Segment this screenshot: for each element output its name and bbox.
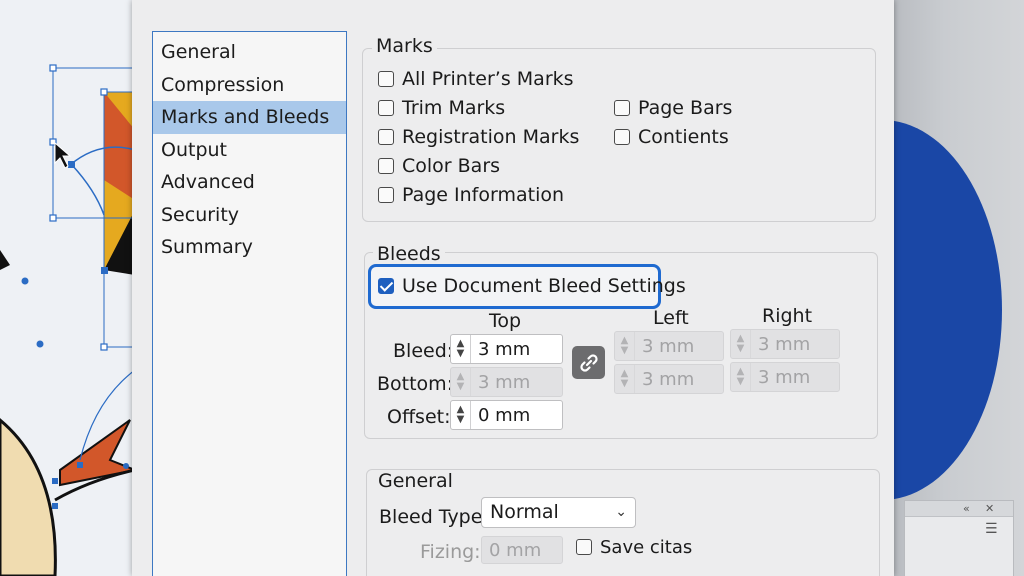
stepper-icon: ▲ ▼	[451, 368, 471, 396]
field-value: 3 mm	[758, 366, 811, 388]
nav-item-summary[interactable]: Summary	[153, 231, 346, 264]
panel-close-icon[interactable]: ✕	[985, 502, 994, 515]
offset-field[interactable]: ▲ ▼ 0 mm	[450, 400, 563, 430]
stepper-icon: ▲ ▼	[615, 365, 635, 393]
field-value: 3 mm	[642, 335, 695, 357]
checkbox-label: Use Document Bleed Settings	[402, 275, 686, 297]
nav-item-output[interactable]: Output	[153, 134, 346, 167]
nav-item-marks-and-bleeds[interactable]: Marks and Bleeds	[153, 101, 346, 134]
checkbox-box[interactable]	[614, 129, 630, 145]
checkbox-label: Trim Marks	[402, 97, 506, 119]
artwork-illustration	[0, 64, 135, 576]
panel-menu-icon[interactable]: ☰	[985, 521, 998, 537]
registration-marks-checkbox[interactable]: Registration Marks	[378, 125, 579, 149]
bleed-type-label: Bleed Type:	[379, 506, 489, 528]
checkbox-label: Registration Marks	[402, 126, 580, 148]
chevron-down-icon: ⌄	[615, 504, 627, 520]
page-bars-checkbox[interactable]: Page Bars	[614, 96, 732, 120]
checkbox-checked[interactable]	[378, 278, 394, 294]
nav-item-security[interactable]: Security	[153, 199, 346, 232]
checkbox-label: Page Information	[402, 184, 565, 206]
checkbox-label: Contients	[638, 126, 729, 148]
checkbox-box[interactable]	[378, 129, 394, 145]
all-printers-marks-checkbox[interactable]: All Printer’s Marks	[378, 67, 574, 91]
checkbox-box[interactable]	[378, 71, 394, 87]
checkbox-box[interactable]	[576, 539, 592, 555]
save-citas-checkbox[interactable]: Save citas	[576, 535, 692, 559]
mouse-cursor-icon	[54, 141, 72, 169]
checkbox-box[interactable]	[378, 187, 394, 203]
field-value: 3 mm	[758, 333, 811, 355]
nav-item-advanced[interactable]: Advanced	[153, 166, 346, 199]
fizing-field: 0 mm	[481, 536, 563, 564]
checkbox-label: Save citas	[600, 536, 693, 558]
marks-group-title: Marks	[372, 35, 437, 57]
bottom-label: Bottom:	[377, 373, 454, 395]
offset-label: Offset:	[387, 406, 451, 428]
checkbox-box[interactable]	[378, 158, 394, 174]
artwork-canvas-right: « ✕ ☰	[892, 0, 1024, 576]
field-value: 0 mm	[489, 539, 542, 561]
nav-item-general[interactable]: General	[153, 36, 346, 69]
select-value: Normal	[490, 501, 559, 523]
panel-collapse-icon[interactable]: «	[963, 502, 970, 515]
bleed-top-field[interactable]: ▲ ▼ 3 mm	[450, 334, 563, 364]
bottom-top-field: ▲ ▼ 3 mm	[450, 367, 563, 397]
color-bars-checkbox[interactable]: Color Bars	[378, 154, 500, 178]
stepper-icon: ▲ ▼	[615, 332, 635, 360]
checkbox-label: Color Bars	[402, 155, 501, 177]
bleed-label: Bleed:	[393, 340, 454, 362]
contients-checkbox[interactable]: Contients	[614, 125, 729, 149]
field-value: 3 mm	[642, 368, 695, 390]
field-value: 3 mm	[478, 371, 531, 393]
checkbox-box[interactable]	[614, 100, 630, 116]
chain-link-icon	[579, 353, 598, 372]
checkbox-label: Page Bars	[638, 97, 733, 119]
bleeds-group-title: Bleeds	[373, 243, 445, 265]
stepper-icon: ▲ ▼	[731, 330, 751, 358]
artwork-blue-shape	[892, 120, 1002, 500]
general-group-title: General	[374, 470, 457, 492]
field-value: 0 mm	[478, 404, 531, 426]
category-list: General Compression Marks and Bleeds Out…	[152, 31, 347, 576]
export-dialog: General Compression Marks and Bleeds Out…	[132, 0, 894, 576]
bottom-right-field: ▲ ▼ 3 mm	[730, 362, 840, 392]
collapsed-panel: « ✕ ☰	[904, 500, 1014, 576]
artwork-canvas-left	[0, 0, 135, 576]
bleed-left-field: ▲ ▼ 3 mm	[614, 331, 724, 361]
nav-item-compression[interactable]: Compression	[153, 69, 346, 102]
trim-marks-checkbox[interactable]: Trim Marks	[378, 96, 505, 120]
bottom-left-field: ▲ ▼ 3 mm	[614, 364, 724, 394]
field-value: 3 mm	[478, 338, 531, 360]
column-header-top: Top	[489, 310, 522, 332]
chain-link-button[interactable]	[572, 346, 605, 379]
stepper-icon[interactable]: ▲ ▼	[451, 335, 471, 363]
bleed-type-select[interactable]: Normal ⌄	[481, 497, 636, 528]
stepper-icon[interactable]: ▲ ▼	[451, 401, 471, 429]
checkbox-box[interactable]	[378, 100, 394, 116]
page-information-checkbox[interactable]: Page Information	[378, 183, 564, 207]
fizing-label: Fizing:	[420, 541, 481, 563]
checkbox-label: All Printer’s Marks	[402, 68, 574, 90]
bleed-right-field: ▲ ▼ 3 mm	[730, 329, 840, 359]
column-header-right: Right	[762, 305, 813, 327]
use-document-bleed-checkbox[interactable]: Use Document Bleed Settings	[378, 274, 686, 298]
column-header-left: Left	[653, 307, 689, 329]
stepper-icon: ▲ ▼	[731, 363, 751, 391]
